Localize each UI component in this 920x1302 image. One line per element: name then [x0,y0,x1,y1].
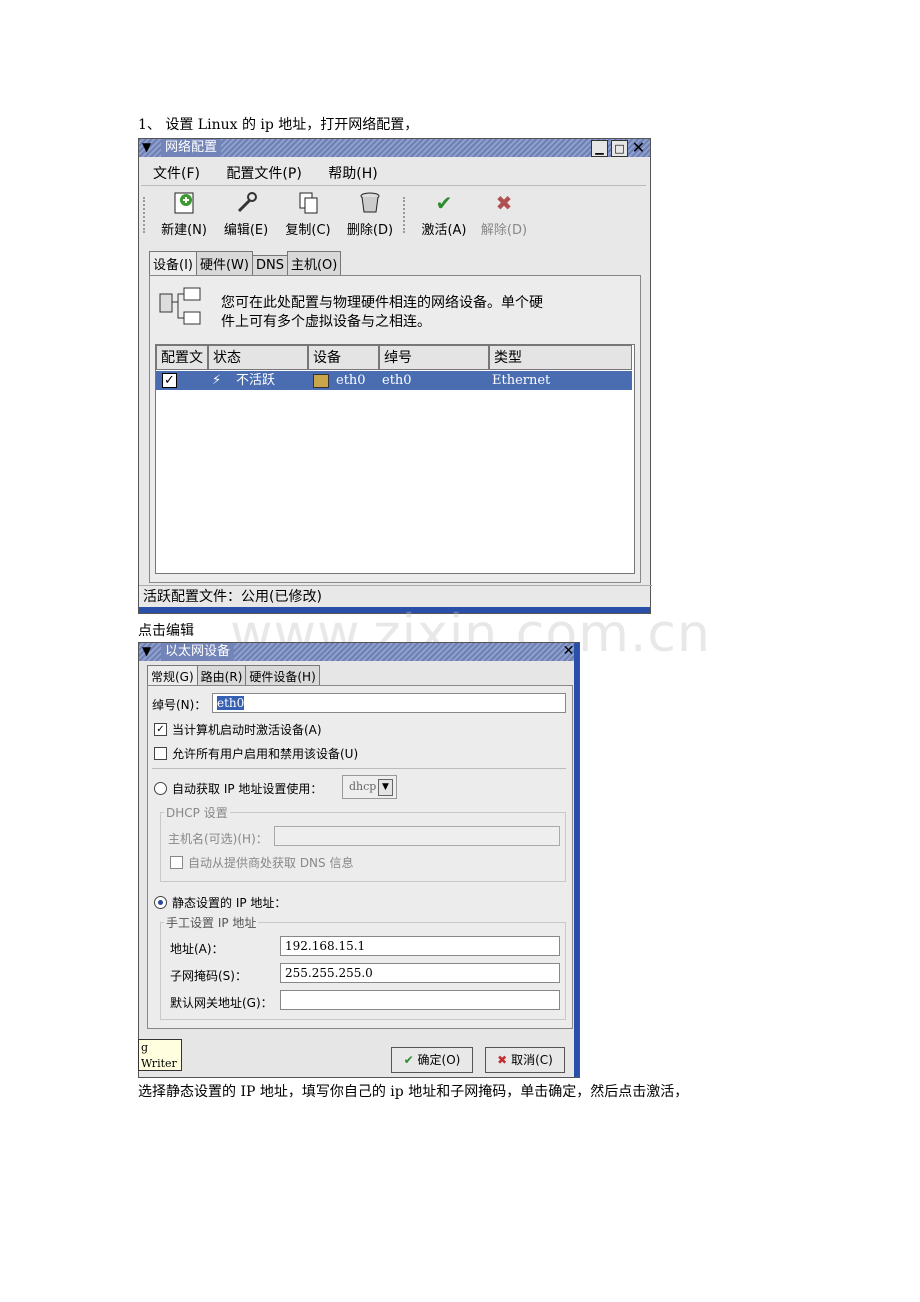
device-nickname: eth0 [382,373,412,388]
toolbar-grip [143,197,150,233]
tab-route[interactable]: 路由(R) [196,665,247,687]
dhcp-group-label: DHCP 设置 [164,804,230,821]
menu-help[interactable]: 帮助(H) [328,166,377,182]
menu-bar: 文件(F) 配置文件(P) 帮助(H) [153,163,400,183]
tab-devices[interactable]: 设备(I) [149,251,197,275]
devices-info-line2: 件上可有多个虚拟设备与之相连。 [221,314,431,330]
window-title: 网络配置 [161,139,222,157]
ethernet-tabs: 常规(G) 路由(R) 硬件设备(H) [147,665,320,687]
column-header-profile[interactable]: 配置文 [156,345,208,370]
dhcp-select[interactable]: dhcp ▼ [342,775,397,799]
hostname-input[interactable] [274,826,560,846]
menu-profile[interactable]: 配置文件(P) [226,166,301,182]
devices-info-line1: 您可在此处配置与物理硬件相连的网络设备。单个硬 [221,295,543,311]
ethernet-device-titlebar[interactable]: ▼ 以太网设备 ✕ [139,643,579,661]
allow-users-label: 允许所有用户启用和禁用该设备(U) [172,747,359,761]
device-type: Ethernet [492,373,551,388]
toolbar-copy-button[interactable]: 复制(C) [279,191,337,238]
column-header-device[interactable]: 设备 [308,345,379,370]
network-config-tabs: 设备(I) 硬件(W) DNS 主机(O) [149,251,342,275]
auto-ip-radio[interactable] [154,782,167,795]
network-config-titlebar[interactable]: ▼ 网络配置 ▁ □ ✕ [139,139,650,157]
address-input[interactable]: 192.168.15.1 [280,936,560,956]
static-ip-radio[interactable] [154,896,167,909]
manual-ip-group-label: 手工设置 IP 地址 [164,914,259,931]
tab-hardware[interactable]: 硬件(W) [195,251,253,275]
netmask-label: 子网掩码(S)： [170,969,247,983]
device-list-header: 配置文 状态 设备 绰号 类型 [156,345,634,370]
window-title: 以太网设备 [161,643,235,661]
device-enabled-checkbox[interactable]: ✓ [162,373,177,388]
x-icon: ✖ [495,191,513,215]
doc-line-1: 1、 设置 Linux 的 ip 地址，打开网络配置， [138,117,419,133]
tab-hardware-device[interactable]: 硬件设备(H) [245,665,320,687]
dhcp-dns-checkbox[interactable] [170,856,183,869]
doc-line-3: 选择静态设置的 IP 地址，填写你自己的 ip 地址和子网掩码，单击确定，然后点… [138,1084,689,1100]
check-icon: ✔ [435,191,453,215]
static-ip-label: 静态设置的 IP 地址： [172,896,287,910]
ethernet-card-icon [313,374,329,388]
toolbar-delete-button[interactable]: 删除(D) [341,191,399,238]
toolbar-edit-button[interactable]: 编辑(E) [217,191,275,238]
desktop-strip [574,643,579,1077]
toolbar-separator [403,197,410,233]
check-icon: ✔ [403,1053,414,1067]
nickname-label: 绰号(N)： [152,698,207,712]
menu-divider [141,185,646,186]
tab-general[interactable]: 常规(G) [147,665,198,687]
gateway-input[interactable] [280,990,560,1010]
minimize-icon[interactable]: ▁ [591,140,608,157]
tab-hosts[interactable]: 主机(O) [286,251,342,275]
activate-on-boot-checkbox[interactable]: ✓ [154,723,167,736]
allow-users-checkbox[interactable] [154,747,167,760]
maximize-icon[interactable]: □ [611,140,628,157]
x-icon: ✖ [497,1053,508,1067]
general-panel: 绰号(N)： eth0 ✓ 当计算机启动时激活设备(A) 允许所有用户启用和禁用… [147,685,573,1029]
tab-dns[interactable]: DNS [251,255,288,275]
hostname-label: 主机名(可选)(H)： [168,832,268,846]
chevron-down-icon: ▼ [378,779,393,796]
address-label: 地址(A)： [170,942,224,956]
window-menu-icon[interactable]: ▼ [142,644,156,658]
new-plus-icon [155,191,213,215]
device-name: eth0 [336,373,366,388]
network-config-window: ▼ 网络配置 ▁ □ ✕ 文件(F) 配置文件(P) 帮助(H) 新建(N) 编… [138,138,652,614]
device-list: 配置文 状态 设备 绰号 类型 ✓ ⚡ 不活跃 eth0 eth0 Ethern… [155,344,635,574]
device-row[interactable]: ✓ ⚡ 不活跃 eth0 eth0 Ethernet [156,371,632,390]
wrench-icon [217,191,275,215]
column-header-status[interactable]: 状态 [208,345,308,370]
ethernet-device-window: ▼ 以太网设备 ✕ 常规(G) 路由(R) 硬件设备(H) 绰号(N)： eth0 … [138,642,580,1078]
devices-panel: 您可在此处配置与物理硬件相连的网络设备。单个硬 件上可有多个虚拟设备与之相连。 … [149,275,641,583]
netmask-input[interactable]: 255.255.255.0 [280,963,560,983]
trash-icon [341,191,399,215]
toolbar-activate-button[interactable]: ✔ 激活(A) [415,191,473,238]
menu-file[interactable]: 文件(F) [153,166,200,182]
tooltip: g Writer [138,1039,182,1071]
network-devices-icon [158,286,206,332]
activate-on-boot-label: 当计算机启动时激活设备(A) [172,723,322,737]
window-menu-icon[interactable]: ▼ [142,140,156,154]
column-header-type[interactable]: 类型 [489,345,632,370]
cancel-button[interactable]: ✖ 取消(C) [485,1047,565,1073]
dhcp-dns-label: 自动从提供商处获取 DNS 信息 [188,856,354,870]
toolbar-new-button[interactable]: 新建(N) [155,191,213,238]
ok-button[interactable]: ✔ 确定(O) [391,1047,473,1073]
gateway-label: 默认网关地址(G)： [170,996,273,1010]
device-status: 不活跃 [236,373,276,388]
toolbar-deactivate-button[interactable]: ✖ 解除(D) [475,191,533,238]
close-icon[interactable]: ✕ [631,140,646,156]
inactive-status-icon: ⚡ [212,373,222,388]
dhcp-group [160,812,566,882]
auto-ip-label: 自动获取 IP 地址设置使用： [172,782,323,796]
copy-icon [279,191,337,215]
doc-line-2: 点击编辑 [138,623,194,639]
column-header-nickname[interactable]: 绰号 [379,345,489,370]
divider [152,768,566,769]
nickname-input[interactable]: eth0 [212,693,566,713]
